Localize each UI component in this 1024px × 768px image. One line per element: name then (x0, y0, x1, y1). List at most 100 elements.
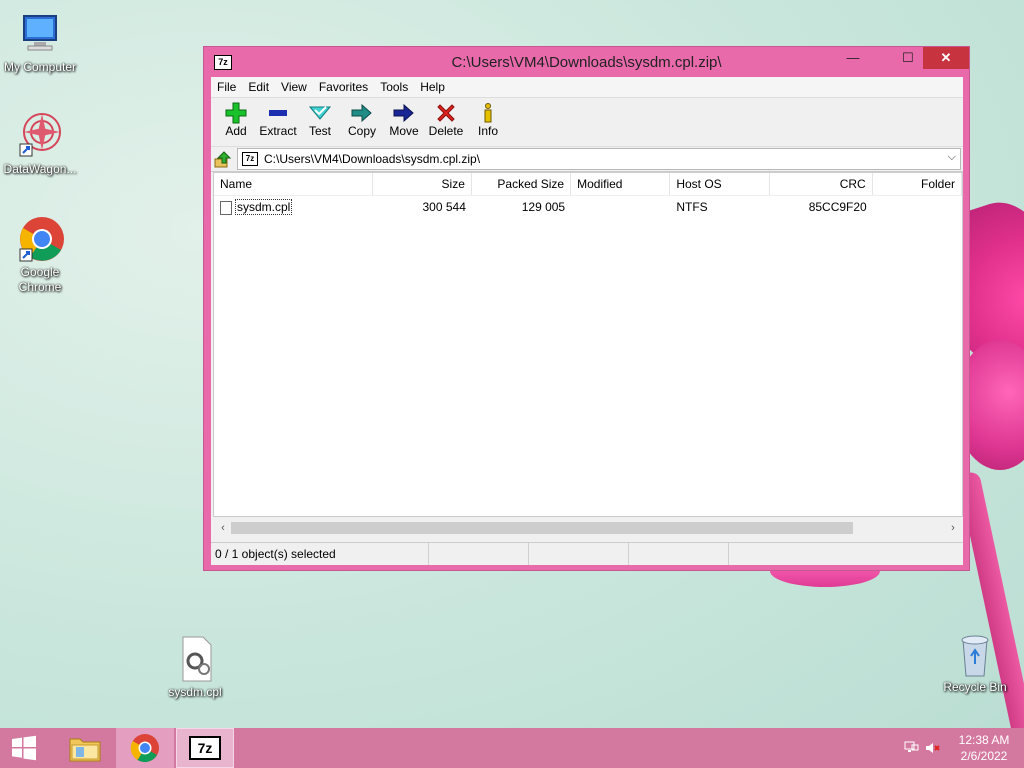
scrollbar-thumb[interactable] (231, 522, 853, 534)
desktop-icon-label: DataWagon... (3, 162, 77, 176)
toolbar: Add Extract Test Copy Move Delete Info (211, 98, 963, 147)
cell-host-os: NTFS (676, 200, 708, 214)
desktop-icon-label: sysdm.cpl (168, 685, 222, 699)
menu-file[interactable]: File (211, 77, 242, 97)
column-header-row: Name Size Packed Size Modified Host OS C… (214, 173, 962, 196)
move-arrow-icon (383, 102, 425, 124)
menu-edit[interactable]: Edit (242, 77, 275, 97)
menu-help[interactable]: Help (414, 77, 451, 97)
control-panel-file-icon (171, 635, 219, 683)
minimize-button[interactable]: — (838, 47, 868, 69)
clock-date: 2/6/2022 (960, 749, 1008, 763)
status-pane (629, 543, 729, 565)
move-label: Move (389, 124, 419, 138)
copy-arrow-icon (341, 102, 383, 124)
status-bar: 0 / 1 object(s) selected (211, 542, 963, 565)
move-button[interactable]: Move (383, 98, 425, 146)
menu-favorites[interactable]: Favorites (313, 77, 374, 97)
test-button[interactable]: Test (299, 98, 341, 146)
status-selection: 0 / 1 object(s) selected (211, 543, 429, 565)
horizontal-scrollbar[interactable]: ‹ › (213, 519, 963, 537)
column-crc[interactable]: CRC (770, 173, 873, 195)
plus-icon (215, 102, 257, 124)
archive-icon: 7z (242, 152, 258, 166)
address-bar: 7z C:\Users\VM4\Downloads\sysdm.cpl.zip\… (211, 147, 963, 172)
folder-icon (69, 738, 101, 762)
desktop-icon-label: Google Chrome (18, 265, 62, 294)
status-pane (529, 543, 629, 565)
taskbar-clock[interactable]: 12:38 AM 2/6/2022 (944, 732, 1024, 764)
check-icon (299, 102, 341, 124)
desktop-icon-label: My Computer (3, 60, 77, 74)
datawagon-icon (16, 112, 64, 160)
menu-tools[interactable]: Tools (374, 77, 414, 97)
menu-view[interactable]: View (275, 77, 313, 97)
info-label: Info (477, 124, 498, 138)
info-icon (467, 102, 509, 124)
delete-label: Delete (428, 124, 464, 138)
desktop-icon-label: Recycle Bin (943, 680, 1007, 694)
column-packed-size[interactable]: Packed Size (472, 173, 572, 195)
up-folder-button[interactable] (213, 149, 233, 169)
extract-button[interactable]: Extract (257, 98, 299, 146)
scroll-left-icon[interactable]: ‹ (215, 521, 231, 535)
window-client: File Edit View Favorites Tools Help Add … (211, 77, 963, 565)
close-button[interactable]: ✕ (923, 47, 969, 69)
cell-size: 300 544 (422, 200, 466, 214)
desktop-icon-datawagon[interactable]: DataWagon... (0, 112, 80, 177)
cell-modified (571, 197, 670, 217)
file-list: Name Size Packed Size Modified Host OS C… (213, 172, 963, 517)
scroll-right-icon[interactable]: › (945, 521, 961, 535)
taskbar-7zip[interactable]: 7z (176, 728, 234, 768)
desktop-icon-recycle-bin[interactable]: Recycle Bin (935, 630, 1015, 695)
window-titlebar[interactable]: 7z C:\Users\VM4\Downloads\sysdm.cpl.zip\… (204, 47, 969, 77)
menu-bar: File Edit View Favorites Tools Help (211, 77, 963, 98)
taskbar: 7z 12:38 AM 2/6/2022 (0, 728, 1024, 768)
sevenzip-icon: 7z (189, 736, 221, 760)
cell-crc: 85CC9F20 (808, 200, 867, 214)
status-pane (429, 543, 529, 565)
address-combobox[interactable]: 7z C:\Users\VM4\Downloads\sysdm.cpl.zip\… (237, 148, 961, 170)
windows-logo-icon (12, 735, 36, 761)
add-button[interactable]: Add (215, 98, 257, 146)
clock-time: 12:38 AM (958, 733, 1010, 747)
copy-label: Copy (347, 124, 376, 138)
sevenzip-window: 7z C:\Users\VM4\Downloads\sysdm.cpl.zip\… (203, 46, 970, 571)
recycle-bin-icon (951, 630, 999, 678)
desktop-icon-google-chrome[interactable]: Google Chrome (0, 215, 80, 295)
copy-button[interactable]: Copy (341, 98, 383, 146)
delete-button[interactable]: Delete (425, 98, 467, 146)
column-folder[interactable]: Folder (873, 173, 962, 195)
chevron-down-icon[interactable]: ⌵ (948, 151, 956, 164)
taskbar-google-chrome[interactable] (116, 728, 174, 768)
volume-muted-icon[interactable] (922, 741, 944, 755)
maximize-button[interactable]: ☐ (893, 47, 923, 69)
cell-packed-size: 129 005 (521, 200, 566, 214)
desktop-icon-my-computer[interactable]: My Computer (0, 10, 80, 75)
file-name: sysdm.cpl (235, 199, 293, 215)
column-host-os[interactable]: Host OS (670, 173, 770, 195)
extract-label: Extract (259, 124, 297, 138)
info-button[interactable]: Info (467, 98, 509, 146)
desktop-icon-sysdm-cpl[interactable]: sysdm.cpl (155, 635, 235, 700)
cell-name: sysdm.cpl (214, 197, 373, 217)
cell-folder (873, 197, 962, 217)
system-tray: 12:38 AM 2/6/2022 (902, 728, 1024, 768)
column-name[interactable]: Name (214, 173, 373, 195)
file-icon (220, 200, 232, 215)
up-arrow-icon (214, 151, 232, 168)
address-path: C:\Users\VM4\Downloads\sysdm.cpl.zip\ (264, 152, 481, 166)
column-modified[interactable]: Modified (571, 173, 671, 195)
test-label: Test (308, 124, 331, 138)
computer-icon (16, 10, 64, 58)
delete-x-icon (425, 102, 467, 124)
table-row[interactable]: sysdm.cpl 300 544 129 005 NTFS 85CC9F20 (214, 197, 962, 217)
network-icon[interactable] (902, 741, 922, 755)
start-button[interactable] (0, 728, 48, 768)
chrome-icon (16, 215, 64, 263)
minus-icon (257, 102, 299, 124)
add-label: Add (225, 124, 247, 138)
column-size[interactable]: Size (373, 173, 472, 195)
chrome-icon (130, 734, 159, 763)
taskbar-file-explorer[interactable] (56, 728, 114, 768)
